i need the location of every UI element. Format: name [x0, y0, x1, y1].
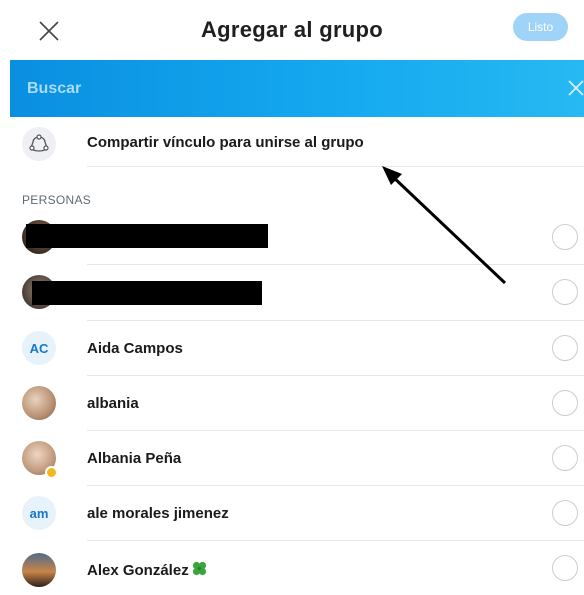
search-input[interactable]: Buscar	[27, 80, 81, 98]
avatar	[22, 553, 56, 587]
select-radio[interactable]	[552, 335, 578, 361]
select-radio[interactable]	[552, 555, 578, 581]
select-radio[interactable]	[552, 279, 578, 305]
four-leaf-clover-icon	[192, 561, 206, 576]
page-title: Agregar al grupo	[200, 17, 384, 42]
contact-name-text: Alex González	[87, 562, 189, 579]
contact-name: Albania Peña	[87, 450, 182, 467]
contact-name: albania	[87, 395, 139, 412]
clear-search-icon[interactable]	[566, 78, 584, 98]
contact-name: Alex González	[87, 560, 208, 579]
contact-row[interactable]: AC Aida Campos	[0, 321, 584, 375]
avatar	[22, 386, 56, 420]
search-bar[interactable]: Buscar	[10, 60, 584, 117]
contact-row[interactable]: am ale morales jimenez	[0, 486, 584, 540]
select-radio[interactable]	[552, 500, 578, 526]
header: Agregar al grupo Listo	[0, 0, 584, 60]
select-radio[interactable]	[552, 390, 578, 416]
divider	[87, 166, 584, 167]
section-label-people: PERSONAS	[22, 193, 92, 207]
done-button[interactable]: Listo	[513, 13, 568, 41]
contact-row[interactable]: albania	[0, 376, 584, 430]
contact-name: ale morales jimenez	[87, 505, 229, 522]
contact-row[interactable]: Albania Peña	[0, 431, 584, 485]
redacted-name	[32, 281, 262, 305]
away-status-icon	[45, 466, 58, 479]
contact-row[interactable]: Alex González	[0, 541, 584, 595]
contact-row[interactable]	[0, 265, 584, 319]
select-radio[interactable]	[552, 445, 578, 471]
share-icon	[22, 127, 56, 161]
avatar: AC	[22, 331, 56, 365]
contact-row[interactable]	[0, 210, 584, 264]
redacted-name	[26, 224, 268, 248]
select-radio[interactable]	[552, 224, 578, 250]
contact-name: Aida Campos	[87, 340, 183, 357]
share-link-label: Compartir vínculo para unirse al grupo	[87, 134, 364, 151]
share-link-row[interactable]: Compartir vínculo para unirse al grupo	[0, 117, 584, 167]
avatar: am	[22, 496, 56, 530]
